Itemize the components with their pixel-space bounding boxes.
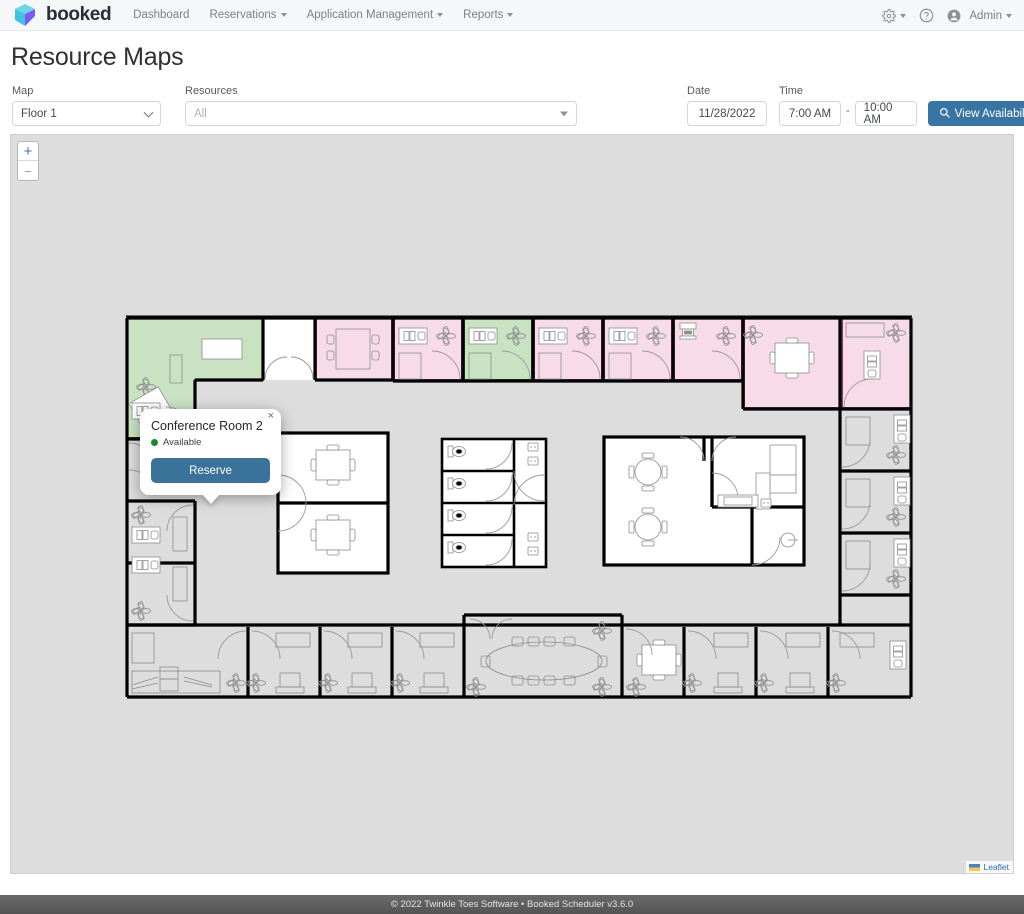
resources-label: Resources bbox=[185, 85, 238, 97]
chevron-down-icon bbox=[507, 13, 514, 17]
date-value: 11/28/2022 bbox=[698, 107, 756, 120]
popup-title: Conference Room 2 bbox=[151, 419, 263, 433]
booked-cube-logo bbox=[12, 2, 38, 28]
zoom-in-button[interactable]: + bbox=[18, 142, 38, 161]
user-avatar-icon bbox=[947, 9, 961, 23]
nav-label: Dashboard bbox=[133, 9, 190, 21]
chevron-down-icon bbox=[900, 13, 907, 18]
nav-link-reports[interactable]: Reports bbox=[463, 9, 514, 21]
time-field: Time 7:00 AM - 10:00 AM View Availabil bbox=[779, 85, 1024, 126]
reserve-button[interactable]: Reserve bbox=[151, 458, 270, 483]
time-start-value: 7:00 AM bbox=[788, 107, 832, 120]
date-input[interactable]: 11/28/2022 bbox=[687, 101, 767, 126]
nav-link-application-management[interactable]: Application Management bbox=[307, 9, 444, 21]
settings-menu-button[interactable] bbox=[882, 8, 907, 23]
resources-select[interactable]: All bbox=[185, 101, 577, 126]
nav-link-dashboard[interactable]: Dashboard bbox=[133, 9, 189, 21]
filter-toolbar: Map Floor 1 Resources All Date 11/28/202… bbox=[10, 80, 1024, 126]
question-circle-icon bbox=[919, 8, 934, 23]
top-navbar: booked Dashboard Reservations Applicatio… bbox=[0, 0, 1024, 31]
popup-status-row: Available bbox=[151, 437, 270, 448]
resources-field: Resources All bbox=[185, 85, 577, 126]
time-end-value: 10:00 AM bbox=[863, 101, 893, 126]
leaflet-flag-icon bbox=[969, 863, 981, 871]
zoom-out-button[interactable]: − bbox=[18, 161, 38, 180]
page-content: Resource Maps Map Floor 1 Resources All … bbox=[0, 43, 1024, 874]
map-select-value: Floor 1 bbox=[21, 107, 57, 120]
page-footer: © 2022 Twinkle Toes Software • Booked Sc… bbox=[0, 895, 1024, 914]
navbar-right-actions: Admin bbox=[882, 0, 1012, 31]
map-attribution: Leaflet bbox=[966, 861, 1013, 873]
time-label: Time bbox=[779, 85, 804, 97]
floor-plan-drawing[interactable] bbox=[124, 315, 914, 699]
nav-label: Reservations bbox=[209, 9, 277, 21]
view-availability-button[interactable]: View Availability bbox=[927, 101, 1024, 126]
brand-logo[interactable]: booked bbox=[12, 2, 112, 28]
footer-text: © 2022 Twinkle Toes Software • Booked Sc… bbox=[390, 899, 634, 910]
time-end-input[interactable]: 10:00 AM bbox=[854, 101, 917, 126]
chevron-down-icon bbox=[560, 111, 568, 116]
time-start-input[interactable]: 7:00 AM bbox=[779, 101, 841, 126]
search-icon bbox=[939, 107, 950, 121]
map-select[interactable]: Floor 1 bbox=[12, 101, 161, 126]
date-field: Date 11/28/2022 bbox=[687, 85, 767, 126]
time-separator: - bbox=[846, 104, 850, 117]
chevron-down-icon bbox=[143, 107, 154, 118]
view-availability-label: View Availability bbox=[954, 107, 1024, 120]
nav-label: Application Management bbox=[306, 9, 434, 21]
resource-map-canvas[interactable]: + − × Conference Room 2 Available Reserv… bbox=[10, 134, 1014, 874]
resources-select-placeholder: All bbox=[194, 107, 207, 120]
map-label: Map bbox=[12, 85, 34, 97]
gear-icon bbox=[882, 8, 897, 23]
close-icon[interactable]: × bbox=[268, 411, 274, 422]
time-range-row: 7:00 AM - 10:00 AM View Availability bbox=[779, 101, 1024, 126]
help-button[interactable] bbox=[919, 8, 934, 23]
map-field: Map Floor 1 bbox=[12, 85, 161, 126]
user-menu-label: Admin bbox=[969, 9, 1002, 22]
primary-nav: Dashboard Reservations Application Manag… bbox=[133, 9, 514, 21]
page-title: Resource Maps bbox=[11, 43, 184, 71]
resource-popup[interactable]: × Conference Room 2 Available Reserve bbox=[140, 409, 281, 504]
date-label: Date bbox=[687, 85, 711, 97]
chevron-down-icon bbox=[437, 13, 444, 17]
user-menu-button[interactable]: Admin bbox=[947, 9, 1012, 23]
nav-label: Reports bbox=[463, 9, 504, 21]
map-zoom-controls: + − bbox=[17, 141, 39, 181]
leaflet-link[interactable]: Leaflet bbox=[983, 862, 1009, 872]
chevron-down-icon bbox=[1006, 13, 1012, 18]
nav-link-reservations[interactable]: Reservations bbox=[209, 9, 287, 21]
status-dot-icon bbox=[151, 439, 158, 446]
status-badge: Available bbox=[163, 437, 202, 448]
chevron-down-icon bbox=[280, 13, 287, 17]
brand-name: booked bbox=[46, 4, 112, 25]
popup-pointer bbox=[202, 494, 220, 504]
